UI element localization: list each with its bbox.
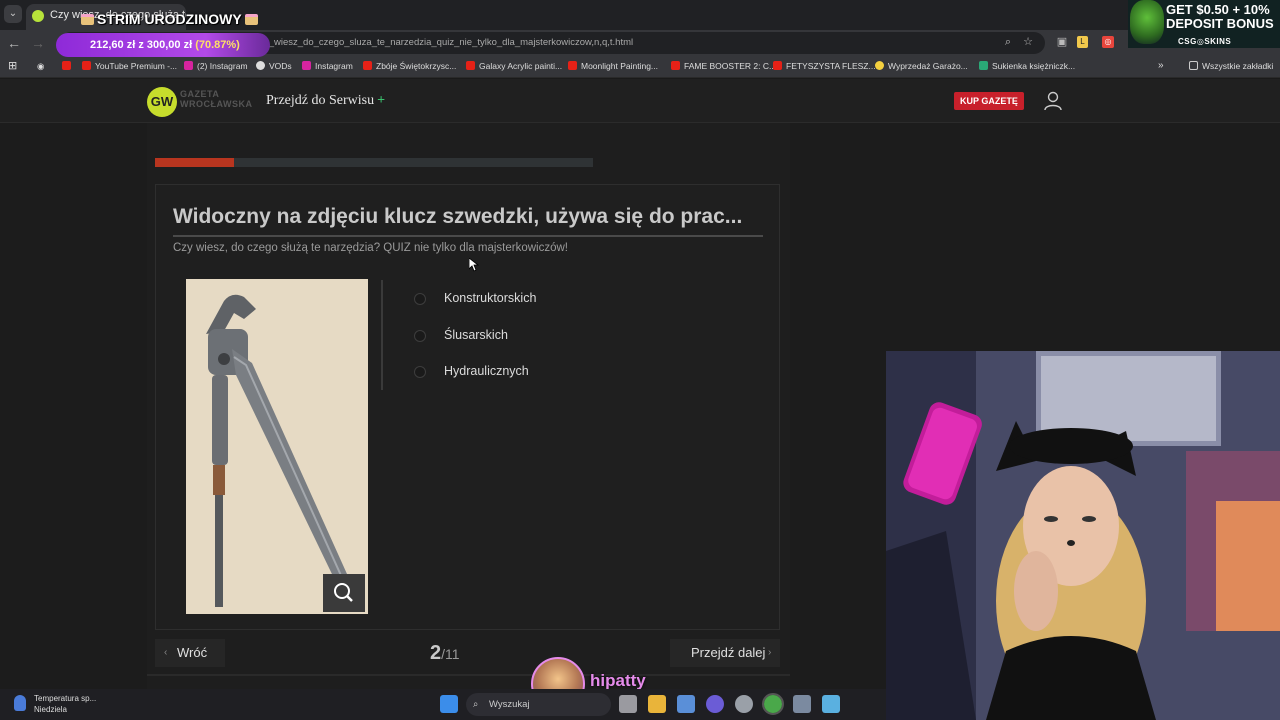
instagram-icon <box>184 61 193 70</box>
bookmark-item[interactable]: VODs <box>256 61 292 71</box>
site-logo[interactable]: GW <box>147 87 177 117</box>
promo-line2: DEPOSIT BONUS <box>1166 16 1274 31</box>
shop-icon <box>875 61 884 70</box>
bookmark-item[interactable]: FETYSZYSTA FLESZ... <box>773 61 876 71</box>
forward-arrow-icon[interactable]: → <box>29 34 47 52</box>
next-button[interactable]: Przejdź dalej › <box>670 639 780 667</box>
bookmark-item[interactable]: YouTube Premium -... <box>82 61 177 71</box>
mouse-cursor-icon <box>469 258 479 272</box>
folder-icon <box>1189 61 1198 70</box>
promo-brand: CSG◎SKINS <box>1178 37 1232 46</box>
site-header: GW GAZETA WROCŁAWSKA Przejdź do Serwisu +… <box>0 79 1280 123</box>
bookmark-circle-icon[interactable]: ◉ <box>37 61 44 72</box>
quiz-progress-fill <box>155 158 234 167</box>
serwis-link[interactable]: Przejdź do Serwisu + <box>266 93 385 109</box>
question-counter: 2/11 <box>430 642 460 664</box>
bookmark-item[interactable]: Wyprzedaż Garażo... <box>875 61 968 71</box>
windows-taskbar: Temperatura sp... Niedziela ⌕ Wyszukaj <box>0 689 886 720</box>
stream-title: STRIM URODZINOWY <box>78 11 261 27</box>
youtube-icon <box>773 61 782 70</box>
cake-icon <box>81 14 94 25</box>
goal-percent: (70.87%) <box>195 39 240 51</box>
bookmark-youtube-mini-icon[interactable] <box>62 61 75 71</box>
promo-banner: GET $0.50 + 10% DEPOSIT BONUS CSG◎SKINS <box>1128 0 1280 48</box>
settings-gear-icon[interactable] <box>793 695 811 713</box>
app-gray-icon[interactable] <box>735 695 753 713</box>
apps-grid-icon[interactable]: ⊞ <box>8 59 17 72</box>
answer-label: Hydraulicznych <box>444 364 529 378</box>
goal-amount: 212,60 zł z 300,00 zł <box>90 39 193 51</box>
weather-widget[interactable]: Temperatura sp... Niedziela <box>14 693 96 715</box>
radio-button[interactable] <box>414 330 426 342</box>
answer-label: Konstruktorskich <box>444 291 537 305</box>
more-bookmarks-chevron-icon[interactable]: » <box>1158 60 1164 71</box>
promo-character-icon <box>1130 0 1164 44</box>
bookmarks-bar: ⊞ ◉ YouTube Premium -... (2) Instagram V… <box>0 56 1280 78</box>
vertical-divider <box>381 280 383 390</box>
shop-v-icon <box>979 61 988 70</box>
wrench-photo[interactable] <box>186 279 368 614</box>
bookmark-item[interactable]: (2) Instagram <box>184 61 248 71</box>
instagram-icon <box>302 61 311 70</box>
zoom-icon[interactable]: ⌕ <box>1000 34 1016 50</box>
youtube-icon <box>82 61 91 70</box>
webcam-feed <box>886 351 1280 720</box>
question-title: Widoczny na zdjęciu klucz szwedzki, używ… <box>173 205 763 237</box>
youtube-icon <box>466 61 475 70</box>
store-icon[interactable] <box>677 695 695 713</box>
back-button[interactable]: ‹ Wróć <box>155 639 225 667</box>
taskbar-search[interactable]: ⌕ Wyszukaj <box>466 693 611 716</box>
bookmark-item[interactable]: Galaxy Acrylic painti... <box>466 61 562 71</box>
plus-icon: + <box>377 93 386 108</box>
notepad-icon[interactable] <box>822 695 840 713</box>
radio-button[interactable] <box>414 366 426 378</box>
pipe-wrench-image <box>206 294 356 607</box>
star-icon[interactable]: ☆ <box>1020 34 1036 50</box>
thermometer-icon <box>14 695 26 711</box>
footer-divider <box>147 674 790 676</box>
extension-red-icon[interactable]: ◎ <box>1102 36 1114 48</box>
file-explorer-icon[interactable] <box>648 695 666 713</box>
quiz-progress-bar <box>155 158 593 167</box>
youtube-icon <box>363 61 372 70</box>
bookmark-item[interactable]: FAME BOOSTER 2: C... <box>671 61 776 71</box>
streamer-name: hipatty <box>590 671 646 690</box>
magnifier-icon <box>334 583 353 602</box>
promo-line1: GET $0.50 + 10% <box>1166 2 1270 17</box>
bookmark-item[interactable]: Moonlight Painting... <box>568 61 658 71</box>
extension-icon[interactable]: ▣ <box>1054 34 1070 50</box>
tab-search-icon[interactable]: ⌄ <box>4 5 22 23</box>
chrome-icon[interactable] <box>762 693 784 715</box>
task-view-icon[interactable] <box>619 695 637 713</box>
youtube-icon <box>568 61 577 70</box>
site-logo-text: GAZETA WROCŁAWSKA <box>180 89 253 109</box>
webcam-image <box>886 351 1280 720</box>
url-text: …2.10413,czy_wiesz_do_czego_sluza_te_nar… <box>208 37 634 48</box>
chevron-left-icon: ‹ <box>164 647 168 658</box>
youtube-icon <box>671 61 680 70</box>
answer-label: Ślusarskich <box>444 328 508 342</box>
all-bookmarks[interactable]: Wszystkie zakładki <box>1189 61 1273 71</box>
windows-start-icon[interactable] <box>440 695 458 713</box>
back-arrow-icon[interactable]: ← <box>5 34 23 52</box>
vods-icon <box>256 61 265 70</box>
buy-newspaper-button[interactable]: KUP GAZETĘ <box>954 92 1024 110</box>
chevron-right-icon: › <box>768 647 772 658</box>
user-account-icon[interactable] <box>1043 91 1063 111</box>
bookmark-item[interactable]: Instagram <box>302 61 353 71</box>
bookmark-item[interactable]: Sukienka księżniczk... <box>979 61 1075 71</box>
donation-goal: 212,60 zł z 300,00 zł (70.87%) <box>56 33 270 57</box>
cake-icon <box>244 14 258 25</box>
bookmark-item[interactable]: Zbóje Świętokrzysc... <box>363 61 456 71</box>
zoom-image-button[interactable] <box>323 574 365 612</box>
search-icon: ⌕ <box>473 699 479 710</box>
quiz-card: Widoczny na zdjęciu klucz szwedzki, używ… <box>155 184 780 630</box>
app-circle-icon[interactable] <box>706 695 724 713</box>
quiz-subtitle: Czy wiesz, do czego służą te narzędzia? … <box>173 242 568 254</box>
tab-favicon-icon <box>32 10 44 22</box>
extension-l-icon[interactable]: L <box>1077 36 1088 48</box>
radio-button[interactable] <box>414 293 426 305</box>
